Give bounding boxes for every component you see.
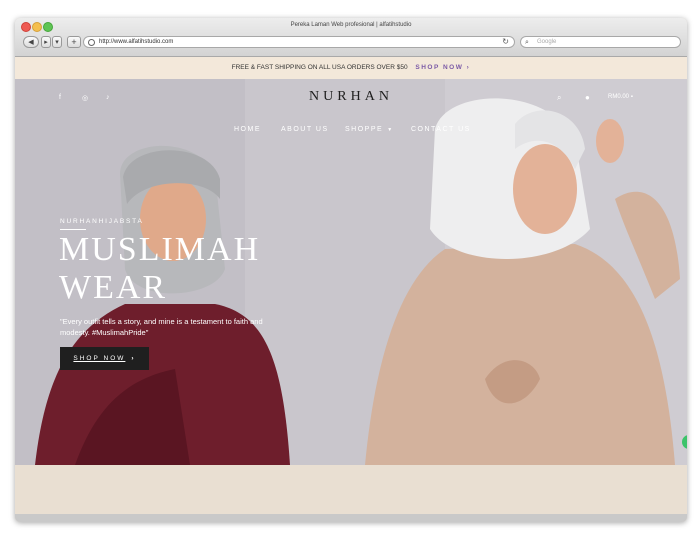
new-tab-button[interactable]: + — [67, 36, 81, 48]
nav-home[interactable]: HOME — [234, 126, 261, 133]
window-title: Pereka Laman Web profesional | alfatihst… — [290, 22, 412, 28]
url-text: http://www.alfatihstudio.com — [99, 39, 174, 45]
cart-total[interactable]: RM0.00 ▪ — [608, 94, 633, 100]
chevron-down-icon: ▼ — [387, 127, 394, 133]
history-button[interactable]: ▾ — [52, 36, 62, 48]
content-below-hero — [15, 465, 687, 514]
hero-headline: MUSLIMAH WEAR — [59, 231, 261, 306]
promo-text: FREE & FAST SHIPPING ON ALL USA ORDERS O… — [231, 64, 408, 71]
user-icon[interactable]: ● — [585, 93, 590, 102]
hero-eyebrow: NURHANHIJABSTA — [60, 218, 144, 225]
search-icon[interactable]: ⌕ — [557, 93, 561, 103]
search-icon: ⌕ — [525, 39, 529, 46]
promo-shop-now-link[interactable]: SHOP NOW › — [415, 64, 470, 71]
chevron-right-icon: › — [131, 355, 136, 362]
address-bar[interactable]: http://www.alfatihstudio.com ↻ — [83, 36, 515, 48]
nav-contact-us[interactable]: CONTACT US — [411, 126, 471, 133]
hero-quote: "Every outfit tells a story, and mine is… — [60, 317, 263, 337]
globe-icon — [88, 39, 95, 46]
hero-banner: f ◎ ♪ NURHAN ⌕ ● RM0.00 ▪ HOME ABOUT US … — [15, 79, 687, 465]
browser-window: Pereka Laman Web profesional | alfatihst… — [15, 18, 687, 522]
search-placeholder: Google — [537, 39, 557, 45]
promo-bar: FREE & FAST SHIPPING ON ALL USA ORDERS O… — [15, 57, 687, 79]
cart-icon: ▪ — [630, 94, 633, 100]
search-input[interactable]: ⌕ Google — [520, 36, 681, 48]
reload-icon[interactable]: ↻ — [502, 37, 509, 46]
nav-shoppe[interactable]: SHOPPE ▼ — [345, 126, 394, 133]
forward-button[interactable]: ▸ — [41, 36, 51, 48]
back-button[interactable]: ◀ — [23, 36, 39, 48]
eyebrow-divider — [60, 229, 86, 230]
shop-now-button[interactable]: SHOP NOW › — [60, 347, 149, 370]
browser-toolbar: Pereka Laman Web profesional | alfatihst… — [15, 18, 687, 57]
window-bottom-bar — [15, 514, 687, 522]
nav-about-us[interactable]: ABOUT US — [281, 126, 329, 133]
